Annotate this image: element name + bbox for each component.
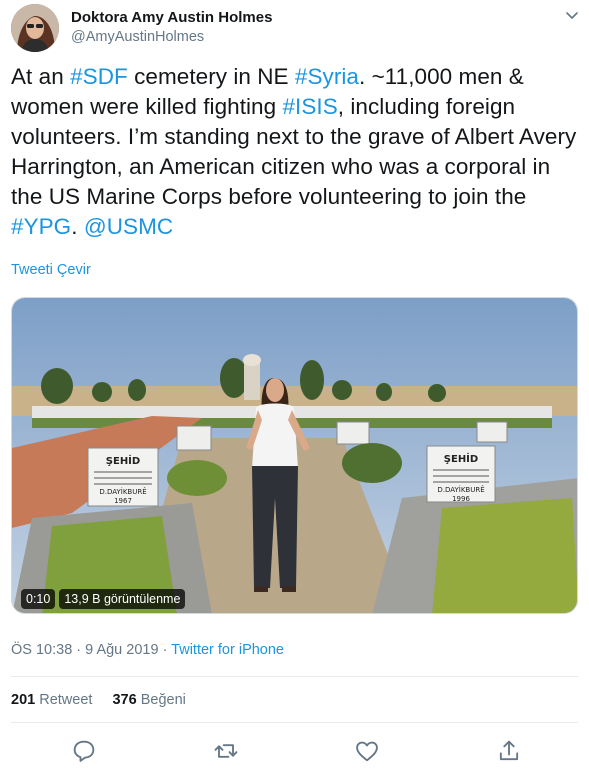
hashtag-link[interactable]: #Syria <box>295 64 359 89</box>
action-bar <box>0 737 589 765</box>
retweet-icon[interactable] <box>212 737 240 765</box>
grave-name-left: D.DAYİKBURÊ <box>99 487 146 496</box>
display-name[interactable]: Doktora Amy Austin Holmes <box>71 9 272 26</box>
like-count[interactable]: 376 Beğeni <box>112 692 185 708</box>
like-number: 376 <box>112 692 137 708</box>
tweet-time[interactable]: ÖS 10:38 <box>11 642 72 658</box>
tweet-stats: 201 Retweet 376 Beğeni <box>11 692 202 708</box>
video-player[interactable]: ŞEHİD D.DAYİKBURÊ 1967 ŞEHİD D.DAYİKBURÊ… <box>11 297 578 614</box>
grave-year-right: 1996 <box>452 495 470 503</box>
meta-separator: · <box>158 642 172 658</box>
grave-label-right: ŞEHİD <box>444 451 478 465</box>
like-label: Beğeni <box>140 692 186 708</box>
reply-icon[interactable] <box>70 737 98 765</box>
user-handle[interactable]: @AmyAustinHolmes <box>71 29 204 45</box>
divider <box>11 676 578 677</box>
tweet-text-segment: At an <box>11 64 71 89</box>
grave-label-left: ŞEHİD <box>106 453 140 467</box>
tweet-date[interactable]: 9 Ağu 2019 <box>85 642 158 658</box>
grave-year-left: 1967 <box>114 497 132 505</box>
hashtag-link[interactable]: #YPG <box>11 214 71 239</box>
translate-tweet-link[interactable]: Tweeti Çevir <box>11 262 91 278</box>
tweet-text-segment: cemetery in NE <box>127 64 295 89</box>
meta-separator: · <box>72 642 86 658</box>
hashtag-link[interactable]: #SDF <box>70 64 128 89</box>
divider <box>11 722 578 723</box>
tweet-text: At an #SDF cemetery in NE #Syria. ~11,00… <box>11 62 581 242</box>
tweet-meta: ÖS 10:38 · 9 Ağu 2019 · Twitter for iPho… <box>11 642 284 658</box>
mention-link[interactable]: @USMC <box>84 214 173 239</box>
tweet-text-segment: . <box>71 214 84 239</box>
view-count: 13,9 B görüntülenme <box>59 589 186 609</box>
tweet-source[interactable]: Twitter for iPhone <box>171 642 284 658</box>
video-time: 0:10 <box>21 589 56 609</box>
hashtag-link[interactable]: #ISIS <box>282 94 337 119</box>
share-icon[interactable] <box>495 737 523 765</box>
retweet-count[interactable]: 201 Retweet <box>11 692 92 708</box>
retweet-label: Retweet <box>39 692 93 708</box>
avatar[interactable] <box>11 4 59 52</box>
grave-name-right: D.DAYİKBURÊ <box>437 485 484 494</box>
heart-icon[interactable] <box>353 737 381 765</box>
chevron-down-icon[interactable] <box>562 6 582 26</box>
retweet-number: 201 <box>11 692 36 708</box>
